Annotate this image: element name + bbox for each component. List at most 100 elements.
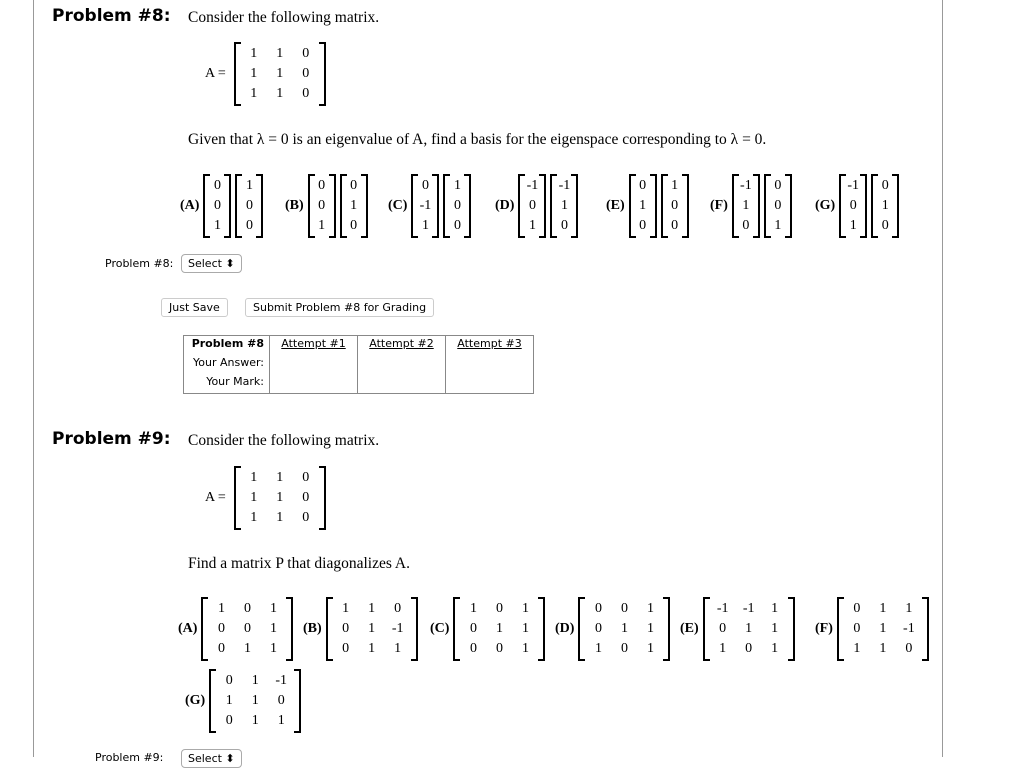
matrix-entry: 0	[318, 198, 326, 213]
matrix-entry: 1	[318, 218, 326, 233]
option-matrix: 1 0 1 0 0 1 0 1 1	[201, 597, 294, 661]
matrix-entry: 0	[302, 86, 310, 101]
matrix-entry: 1	[719, 641, 727, 656]
matrix-entry: -1	[740, 178, 752, 193]
matrix-a: 1 1 0 1 1 0 1 1 0	[233, 42, 326, 106]
matrix-entry: -1	[419, 198, 432, 213]
matrix-entry: 0	[495, 641, 503, 656]
column-vector: 0 0 1	[763, 174, 792, 238]
matrix-entry: 1	[742, 198, 750, 213]
matrix-entry: 0	[453, 218, 461, 233]
matrix-entry: 1	[250, 510, 258, 525]
option-label: (F)	[710, 198, 728, 213]
problem-9-answer-label: Problem #9:	[95, 751, 164, 764]
answer-cell	[269, 355, 358, 374]
matrix-entry: 1	[620, 621, 628, 636]
option-label: (C)	[430, 621, 450, 636]
attempts-table: Problem #8 Attempt #1 Attempt #2 Attempt…	[183, 335, 534, 394]
option-matrix: 1 0 1 0 1 1 0 0 1	[453, 597, 546, 661]
matrix-entry: 0	[594, 621, 602, 636]
matrix-entry: 0	[243, 621, 251, 636]
matrix-entry: 0	[560, 218, 568, 233]
option-g: (G) -1 0 1 0 1 0	[815, 174, 900, 238]
your-mark-label: Your Mark:	[183, 374, 270, 394]
matrix-entry: -1	[275, 673, 288, 688]
matrix-entry: 1	[771, 601, 779, 616]
matrix-entry: 0	[853, 601, 861, 616]
matrix-entry: 1	[276, 86, 284, 101]
matrix-entry: 1	[881, 198, 889, 213]
just-save-button[interactable]: Just Save	[161, 298, 228, 317]
matrix-entry: 0	[745, 641, 753, 656]
content-right-border	[942, 0, 943, 757]
attempt-1-link[interactable]: Attempt #1	[281, 337, 345, 350]
matrix-entry: 1	[368, 621, 376, 636]
attempt-3-link[interactable]: Attempt #3	[457, 337, 521, 350]
column-vector: 1 0 0	[235, 174, 264, 238]
matrix-entry: 1	[250, 66, 258, 81]
matrix-entry: 1	[594, 641, 602, 656]
option-label: (G)	[185, 693, 206, 708]
column-vector: -1 1 0	[550, 174, 579, 238]
option-matrix: -1 -1 1 0 1 1 1 0 1	[702, 597, 795, 661]
matrix-entry: 1	[213, 218, 221, 233]
matrix-entry: 1	[521, 641, 529, 656]
option-a: (A) 0 0 1 1 0 0	[180, 174, 264, 238]
option-label: (C)	[388, 198, 408, 213]
matrix-entry: -1	[742, 601, 755, 616]
matrix-entry: 0	[421, 178, 429, 193]
matrix-entry: 0	[350, 178, 358, 193]
matrix-entry: 1	[245, 178, 253, 193]
option-b: (B) 0 0 1 0 1 0	[285, 174, 368, 238]
problem-9-answer-select[interactable]: Select ⬍	[181, 749, 242, 768]
matrix-entry: 0	[217, 621, 225, 636]
matrix-entry: 0	[528, 198, 536, 213]
option-label: (E)	[680, 621, 699, 636]
matrix-entry: 1	[879, 621, 887, 636]
matrix-entry: 1	[269, 641, 277, 656]
problem-9-matrix-a: A = 1 1 0 1 1 0 1 1 0	[205, 466, 326, 530]
problem-8-matrix-a: A = 1 1 0 1 1 0 1 1 0	[205, 42, 326, 106]
option-c: (C) 0 -1 1 1 0 0	[388, 174, 472, 238]
matrix-a: 1 1 0 1 1 0 1 1 0	[233, 466, 326, 530]
matrix-entry: 1	[421, 218, 429, 233]
matrix-entry: 0	[849, 198, 857, 213]
option-b: (B) 1 1 0 0 1 -1 0 1 1	[303, 597, 418, 661]
submit-problem-8-button[interactable]: Submit Problem #8 for Grading	[245, 298, 435, 317]
matrix-entry: 0	[318, 178, 326, 193]
matrix-entry: 1	[217, 601, 225, 616]
matrix-entry: 0	[881, 218, 889, 233]
column-vector: 1 0 0	[660, 174, 689, 238]
matrix-entry: 0	[453, 198, 461, 213]
matrix-entry: 0	[881, 178, 889, 193]
matrix-entry: 0	[302, 490, 310, 505]
matrix-entry: 1	[639, 198, 647, 213]
matrix-entry: 0	[742, 218, 750, 233]
matrix-entry: 0	[671, 218, 679, 233]
mark-cell	[445, 374, 534, 394]
matrix-entry: 0	[639, 178, 647, 193]
column-vector: 0 1 0	[871, 174, 900, 238]
matrix-entry: 0	[225, 673, 233, 688]
matrix-entry: 1	[560, 198, 568, 213]
matrix-entry: 1	[646, 641, 654, 656]
matrix-entry: 0	[350, 218, 358, 233]
matrix-entry: 0	[217, 641, 225, 656]
matrix-entry: 0	[213, 178, 221, 193]
option-label: (E)	[606, 198, 625, 213]
matrix-entry: 0	[469, 641, 477, 656]
problem-9-intro: Consider the following matrix.	[188, 432, 380, 449]
matrix-entry: 0	[245, 218, 253, 233]
matrix-entry: -1	[903, 621, 915, 636]
problem-8-answer-select[interactable]: Select ⬍	[181, 254, 242, 273]
matrix-entry: 1	[646, 621, 654, 636]
matrix-entry: 1	[394, 641, 402, 656]
problem-8-intro: Consider the following matrix.	[188, 9, 380, 26]
matrix-entry: 0	[774, 178, 782, 193]
matrix-entry: 1	[350, 198, 358, 213]
matrix-entry: 1	[879, 601, 887, 616]
attempt-2-link[interactable]: Attempt #2	[369, 337, 433, 350]
option-c: (C) 1 0 1 0 1 1 0 0 1	[430, 597, 546, 661]
matrix-entry: -1	[391, 621, 404, 636]
matrix-entry: 1	[368, 641, 376, 656]
